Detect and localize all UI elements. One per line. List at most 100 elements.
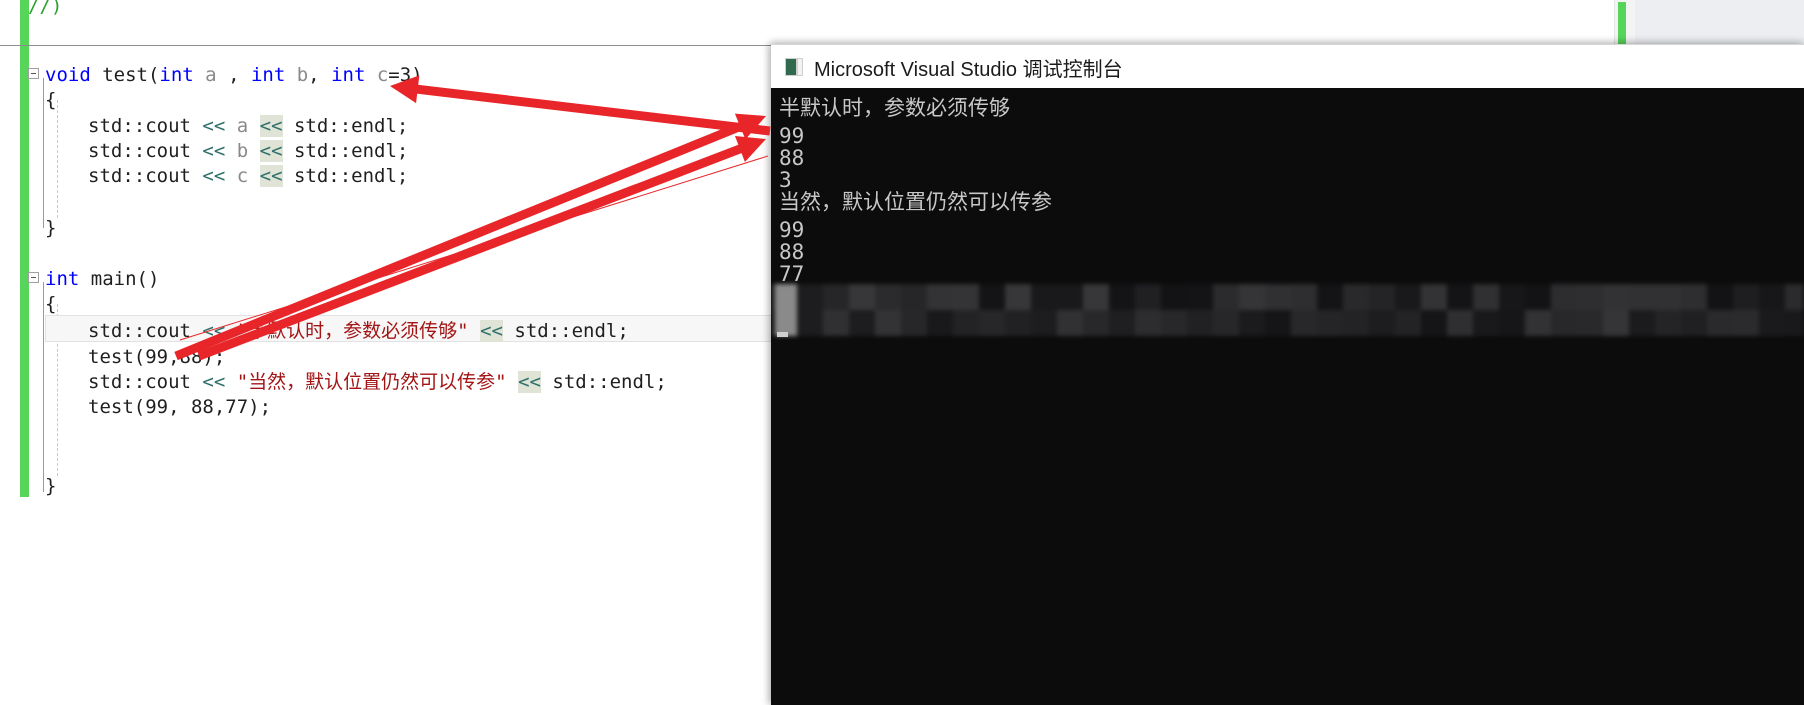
code-token: << — [202, 371, 226, 393]
code-token: main() — [90, 268, 160, 290]
mosaic-cell — [1005, 310, 1031, 336]
code-line[interactable]: std::cout << "当然，默认位置仍然可以传参" << std::end… — [88, 370, 667, 395]
code-token: std::endl; — [540, 371, 667, 393]
console-output-line: 77 — [779, 262, 805, 286]
mosaic-cell — [1551, 310, 1577, 336]
code-token: "当然，默认位置仍然可以传参" — [236, 371, 507, 393]
code-token: << — [480, 320, 503, 342]
mosaic-cell — [979, 310, 1005, 336]
mosaic-cell — [1083, 310, 1109, 336]
code-token: test(99, 88,77); — [88, 396, 272, 418]
mosaic-cell — [1161, 310, 1187, 336]
code-line[interactable]: std::cout << c << std::endl; — [88, 164, 408, 189]
mosaic-cell — [1109, 284, 1135, 310]
console-output-line: 88 — [779, 146, 805, 170]
console-output-line: 99 — [779, 218, 805, 242]
fold-toggle-icon[interactable] — [28, 68, 39, 79]
mosaic-cell — [1681, 284, 1707, 310]
fold-guide-line-test — [43, 78, 44, 228]
mosaic-cell — [927, 284, 953, 310]
mosaic-cell — [1447, 310, 1473, 336]
code-token: c — [236, 165, 249, 187]
code-token: << — [518, 371, 541, 393]
code-token: std::cout — [88, 320, 203, 342]
code-line[interactable]: } — [45, 474, 56, 499]
fold-toggle-icon[interactable] — [28, 272, 39, 283]
code-token: << — [202, 320, 226, 342]
code-token: std::cout — [88, 115, 203, 137]
code-line[interactable]: std::cout << b << std::endl; — [88, 139, 408, 164]
mosaic-cell — [1291, 310, 1317, 336]
mosaic-cell — [1759, 284, 1785, 310]
mosaic-cell — [1629, 284, 1655, 310]
mosaic-cell — [775, 284, 797, 336]
mosaic-cell — [823, 310, 849, 336]
code-line[interactable]: //) — [28, 0, 62, 19]
indent-guide — [57, 100, 58, 218]
mosaic-cell — [1239, 310, 1265, 336]
console-title-bar[interactable]: Microsoft Visual Studio 调试控制台 — [771, 44, 1804, 89]
code-line[interactable]: test(99, 88,77); — [88, 395, 271, 420]
code-token: a — [236, 115, 249, 137]
code-token: std::cout — [88, 165, 203, 187]
mosaic-cell — [1473, 284, 1499, 310]
mosaic-cell — [797, 284, 823, 310]
code-token: int — [159, 64, 206, 86]
code-line[interactable]: void test(int a , int b, int c=3) — [45, 63, 423, 88]
mosaic-cell — [1577, 310, 1603, 336]
code-line[interactable]: int main() — [45, 267, 159, 292]
right-panel-background — [1635, 0, 1804, 45]
mosaic-cell — [875, 310, 901, 336]
mosaic-cell — [1265, 284, 1291, 310]
mosaic-cell — [875, 284, 901, 310]
debug-console-window[interactable]: Microsoft Visual Studio 调试控制台 半默认时，参数必须传… — [771, 44, 1804, 705]
mosaic-cell — [1395, 310, 1421, 336]
code-token: =3) — [388, 64, 423, 86]
mosaic-cell — [1213, 284, 1239, 310]
mosaic-cell — [1577, 284, 1603, 310]
mosaic-cell — [1733, 284, 1759, 310]
code-line[interactable]: } — [45, 216, 56, 241]
code-token: << — [202, 140, 226, 162]
mosaic-cell — [901, 284, 927, 310]
code-token: std::endl; — [282, 165, 409, 187]
code-line[interactable]: { — [45, 292, 56, 317]
console-output-line: 半默认时，参数必须传够 — [779, 96, 1010, 120]
mosaic-cell — [1057, 284, 1083, 310]
mosaic-cell — [1707, 284, 1733, 310]
console-output-line: 当然，默认位置仍然可以传参 — [779, 190, 1052, 214]
console-output-area[interactable]: 半默认时，参数必须传够 99 88 3 当然，默认位置仍然可以传参 99 88 77 — [771, 88, 1804, 705]
fold-guide-line-main — [43, 282, 44, 492]
mosaic-cell — [1421, 284, 1447, 310]
mosaic-cell — [1135, 310, 1161, 336]
code-line[interactable]: test(99,88); — [88, 345, 225, 370]
mosaic-cell — [1317, 284, 1343, 310]
code-token: std::cout — [88, 371, 203, 393]
code-token: a — [205, 64, 217, 86]
mosaic-cell — [953, 284, 979, 310]
code-line[interactable]: { — [45, 88, 56, 113]
mosaic-cell — [1759, 310, 1785, 336]
code-token: { — [45, 89, 57, 111]
code-token: , — [216, 64, 251, 86]
mosaic-cell — [1265, 310, 1291, 336]
mosaic-cell — [1525, 310, 1551, 336]
console-app-icon — [785, 58, 803, 76]
mosaic-cell — [1603, 310, 1629, 336]
code-line[interactable]: std::cout << a << std::endl; — [88, 114, 408, 139]
code-token: b — [296, 64, 309, 86]
mosaic-cell — [1213, 310, 1239, 336]
code-line[interactable]: std::cout << "半默认时，参数必须传够" << std::endl; — [88, 319, 629, 344]
mosaic-cell — [1369, 310, 1395, 336]
mosaic-cell — [823, 284, 849, 310]
mosaic-cell — [1395, 284, 1421, 310]
mosaic-cell — [901, 310, 927, 336]
code-token: std::endl; — [502, 320, 629, 342]
